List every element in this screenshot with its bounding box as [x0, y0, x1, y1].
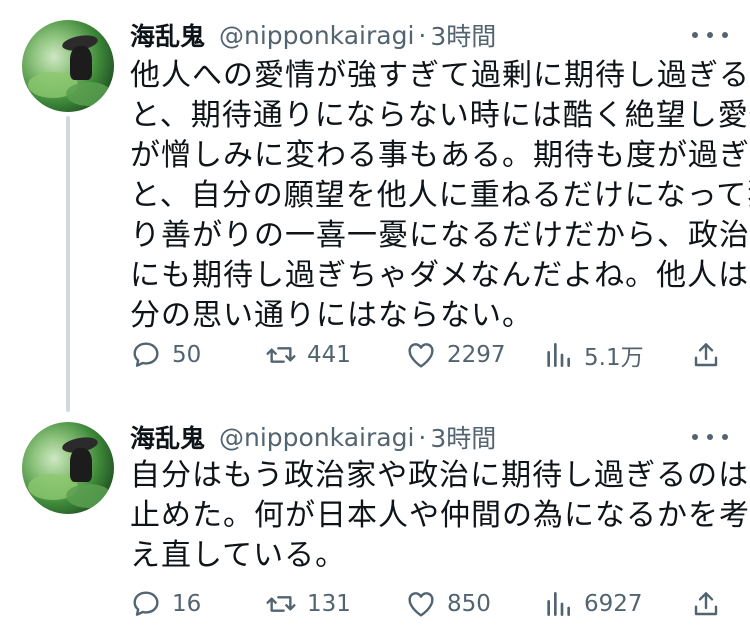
share-button[interactable] — [690, 337, 722, 373]
avatar[interactable] — [22, 20, 114, 112]
like-button[interactable]: 850 — [405, 586, 491, 622]
speech-bubble-icon — [133, 591, 159, 616]
reply-button[interactable]: 50 — [130, 337, 201, 373]
view-count: 5.1万 — [584, 345, 644, 371]
like-count: 850 — [447, 591, 491, 617]
separator: · — [418, 20, 427, 50]
more-options-icon[interactable] — [692, 427, 728, 447]
retweet-count: 441 — [307, 342, 351, 368]
display-name[interactable]: 海乱鬼 — [130, 17, 205, 53]
action-bar: 16 131 850 6927 — [130, 586, 730, 622]
reply-count: 50 — [172, 342, 202, 368]
view-count: 6927 — [584, 591, 643, 617]
views-button[interactable]: 6927 — [542, 586, 643, 622]
like-button[interactable]: 2297 — [405, 337, 506, 373]
tweet-2[interactable]: 海乱鬼 @nipponkairagi · 3時間 自分はもう政治家や政治に期待し… — [0, 410, 750, 644]
tweet-text: 他人への愛情が強すぎて過剰に期待し過ぎる と、期待通りにならない時には酷く絶望し… — [130, 56, 750, 336]
tweet-text-line: 分の思い通りにはならない。 — [130, 298, 533, 333]
tweet-header: 海乱鬼 @nipponkairagi · 3時間 — [130, 18, 496, 52]
tweet-text-line: にも期待し過ぎちゃダメなんだよね。他人は自 — [130, 258, 750, 293]
bar-chart-icon — [547, 592, 570, 616]
retweet-button[interactable]: 441 — [265, 337, 351, 373]
retweet-button[interactable]: 131 — [265, 586, 351, 622]
tweet-text-line: り善がりの一喜一憂になるだけだから、政治家 — [130, 218, 750, 253]
tweet-text-line: が憎しみに変わる事もある。期待も度が過ぎる — [130, 138, 750, 173]
share-upload-icon — [694, 592, 718, 616]
share-upload-icon — [694, 343, 718, 367]
tweet-header: 海乱鬼 @nipponkairagi · 3時間 — [130, 420, 496, 454]
avatar[interactable] — [22, 422, 114, 514]
tweet-1[interactable]: 海乱鬼 @nipponkairagi · 3時間 他人への愛情が強すぎて過剰に期… — [0, 0, 750, 410]
more-options-icon[interactable] — [692, 25, 728, 45]
tweet-text: 自分はもう政治家や政治に期待し過ぎるのは 止めた。何が日本人や仲間の為になるかを… — [130, 456, 750, 576]
user-handle[interactable]: @nipponkairagi — [219, 423, 414, 452]
views-button[interactable]: 5.1万 — [542, 337, 644, 373]
user-handle[interactable]: @nipponkairagi — [219, 21, 414, 50]
tweet-text-line: と、自分の願望を他人に重ねるだけになって独 — [130, 178, 750, 213]
thread-connector-line — [66, 116, 70, 412]
tweet-text-line: 止めた。何が日本人や仲間の為になるかを考 — [130, 498, 750, 533]
retweet-count: 131 — [307, 591, 351, 617]
like-count: 2297 — [447, 342, 506, 368]
separator: · — [418, 422, 427, 452]
action-bar: 50 441 2297 5.1万 — [130, 337, 730, 373]
speech-bubble-icon — [133, 342, 159, 367]
timestamp[interactable]: 3時間 — [430, 17, 496, 53]
tweet-text-line: 自分はもう政治家や政治に期待し過ぎるのは — [130, 458, 750, 493]
tweet-text-line: え直している。 — [130, 538, 347, 573]
display-name[interactable]: 海乱鬼 — [130, 419, 205, 455]
share-button[interactable] — [690, 586, 722, 622]
reply-count: 16 — [172, 591, 202, 617]
retweet-arrows-icon — [266, 596, 296, 612]
bar-chart-icon — [547, 343, 570, 367]
heart-icon — [408, 592, 434, 617]
heart-icon — [408, 343, 434, 368]
timestamp[interactable]: 3時間 — [430, 419, 496, 455]
retweet-arrows-icon — [266, 347, 296, 363]
tweet-text-line: と、期待通りにならない時には酷く絶望し愛情 — [130, 98, 750, 133]
reply-button[interactable]: 16 — [130, 586, 201, 622]
tweet-text-line: 他人への愛情が強すぎて過剰に期待し過ぎる — [130, 58, 750, 93]
